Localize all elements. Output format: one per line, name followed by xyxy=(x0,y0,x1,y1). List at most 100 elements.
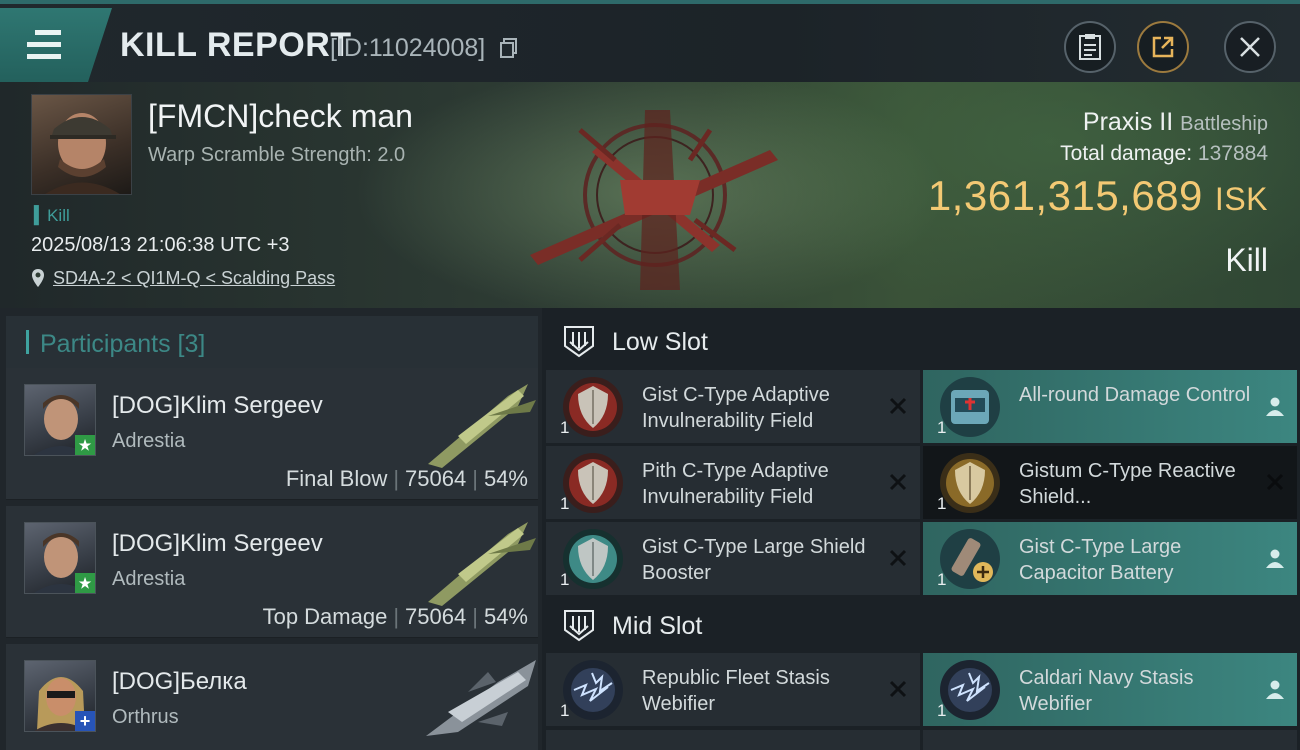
destroyed-x-icon xyxy=(889,680,907,698)
dropped-person-icon xyxy=(1266,680,1284,699)
participant-name: [DOG]Klim Sergeev xyxy=(112,392,323,419)
victim-panel: [FMCN]check man Warp Scramble Strength: … xyxy=(0,82,1300,308)
copy-icon[interactable] xyxy=(500,38,518,58)
location-link[interactable]: SD4A-2 < QI1M-Q < Scalding Pass xyxy=(53,268,335,289)
participant-ship: Adrestia xyxy=(112,568,186,590)
participant-card[interactable]: + [DOG]Белка Orthrus xyxy=(6,644,538,750)
destroyed-x-icon xyxy=(889,397,907,415)
module-qty: 1 xyxy=(560,570,570,589)
participant-role: Top Damage xyxy=(262,604,388,629)
participant-ship-image xyxy=(428,522,536,606)
kill-datetime: 2025/08/13 21:06:38 UTC +3 xyxy=(31,234,290,256)
participants-panel: Participants [3] ★ [DOG]Klim Sergeev Adr… xyxy=(0,308,542,750)
module-qty: 1 xyxy=(560,494,570,513)
star-badge-icon: ★ xyxy=(75,435,95,455)
participants-label: Participants [3] xyxy=(40,330,206,358)
module-item-partial[interactable] xyxy=(923,730,1297,750)
location-pin-icon xyxy=(32,269,44,287)
module-name: Gistum C-Type Reactive Shield... xyxy=(1019,460,1236,508)
victim-ship-name[interactable]: Praxis II Battleship xyxy=(1083,108,1268,137)
participant-name: [DOG]Klim Sergeev xyxy=(112,530,323,557)
report-id: [ID:11024008] xyxy=(330,34,486,62)
report-result: Kill xyxy=(1225,242,1268,278)
module-qty: 1 xyxy=(937,494,947,513)
top-bar: KILL REPORT [ID:11024008] xyxy=(0,0,1300,84)
participant-stats: Final Blow | 75064 | 54% xyxy=(285,466,528,491)
module-item[interactable]: 1 Gist C-Type Large Capacitor Battery xyxy=(923,522,1297,595)
module-qty: 1 xyxy=(937,418,947,437)
participant-damage: 75064 xyxy=(405,466,467,491)
hamburger-menu-icon xyxy=(27,30,61,66)
avatar: + xyxy=(24,660,96,732)
module-qty: 1 xyxy=(937,701,947,720)
participant-name: [DOG]Белка xyxy=(112,668,247,695)
module-item[interactable]: 1 Republic Fleet Stasis Webifier xyxy=(546,653,920,726)
module-item[interactable]: 1 Gistum C-Type Reactive Shield... xyxy=(923,446,1297,519)
participant-card[interactable]: ★ [DOG]Klim Sergeev Adrestia Final Blow |… xyxy=(6,368,538,500)
low-slot-header: Low Slot xyxy=(542,310,1300,372)
kill-tag: ▍Kill xyxy=(34,206,70,225)
damage-control-icon xyxy=(939,376,1001,438)
kill-tag-label: Kill xyxy=(47,206,70,225)
module-name: Caldari Navy Stasis Webifier xyxy=(1019,667,1194,715)
capacitor-battery-icon xyxy=(939,528,1001,590)
participant-card[interactable]: ★ [DOG]Klim Sergeev Adrestia Top Damage |… xyxy=(6,506,538,638)
module-item[interactable]: 1 Pith C-Type Adaptive Invulnerability F… xyxy=(546,446,920,519)
page-title: KILL REPORT xyxy=(120,26,352,64)
module-item[interactable]: 1 Gist C-Type Large Shield Booster xyxy=(546,522,920,595)
module-qty: 1 xyxy=(937,570,947,589)
module-name: Pith C-Type Adaptive Invulnerability Fie… xyxy=(642,460,829,508)
mid-slot-header: Mid Slot xyxy=(542,594,1300,656)
destroyed-x-icon xyxy=(889,549,907,567)
dropped-person-icon xyxy=(1266,397,1284,416)
stasis-webifier-icon xyxy=(562,659,624,721)
victim-pilot-name[interactable]: [FMCN]check man xyxy=(148,98,413,135)
participant-damage: 75064 xyxy=(405,604,467,629)
participant-percent: 54% xyxy=(483,466,528,491)
module-qty: 1 xyxy=(560,701,570,720)
share-icon xyxy=(1152,36,1174,58)
reactive-shield-icon xyxy=(939,452,1001,514)
module-item-partial[interactable] xyxy=(546,730,920,750)
shield-module-icon xyxy=(562,376,624,438)
participant-stats: Top Damage | 75064 | 54% xyxy=(262,604,528,629)
ship-name-label: Praxis II xyxy=(1082,108,1174,136)
mid-slot-label: Mid Slot xyxy=(612,612,703,640)
share-button[interactable] xyxy=(1137,21,1189,73)
participant-percent: 54% xyxy=(483,604,528,629)
shield-booster-icon xyxy=(562,528,624,590)
module-name: Republic Fleet Stasis Webifier xyxy=(642,667,830,715)
isk-amount: 1,361,315,689 xyxy=(927,172,1203,219)
destroyed-x-icon xyxy=(1266,473,1284,491)
close-icon xyxy=(1240,37,1260,57)
stasis-webifier-icon xyxy=(939,659,1001,721)
participant-ship: Orthrus xyxy=(112,706,179,728)
module-qty: 1 xyxy=(560,418,570,437)
isk-unit: ISK xyxy=(1214,181,1268,217)
module-item[interactable]: 1 Gist C-Type Adaptive Invulnerability F… xyxy=(546,370,920,443)
low-slot-icon xyxy=(564,326,594,358)
fitting-panel: Low Slot 1 Gist C-Type Adaptive Invulner… xyxy=(542,308,1300,750)
module-item[interactable]: 1 Caldari Navy Stasis Webifier xyxy=(923,653,1297,726)
menu-button[interactable] xyxy=(0,8,112,84)
total-damage-label: Total damage: xyxy=(1060,142,1193,165)
clipboard-icon xyxy=(1079,34,1101,60)
total-damage: Total damage: 137884 xyxy=(1060,142,1268,166)
plus-badge-icon: + xyxy=(75,711,95,731)
module-name: All-round Damage Control xyxy=(1019,384,1251,406)
shield-module-icon xyxy=(562,452,624,514)
close-button[interactable] xyxy=(1224,21,1276,73)
clipboard-button[interactable] xyxy=(1064,21,1116,73)
isk-value: 1,361,315,689 ISK xyxy=(928,172,1268,220)
module-item[interactable]: 1 All-round Damage Control xyxy=(923,370,1297,443)
total-damage-value: 137884 xyxy=(1197,142,1268,165)
warp-scramble-strength: Warp Scramble Strength: 2.0 xyxy=(148,144,406,166)
destroyed-x-icon xyxy=(889,473,907,491)
mid-slot-icon xyxy=(564,610,594,642)
star-badge-icon: ★ xyxy=(75,573,95,593)
victim-avatar[interactable] xyxy=(31,94,132,195)
avatar: ★ xyxy=(24,522,96,594)
module-name: Gist C-Type Large Shield Booster xyxy=(642,536,866,584)
dropped-person-icon xyxy=(1266,549,1284,568)
victim-ship-image xyxy=(530,110,778,290)
